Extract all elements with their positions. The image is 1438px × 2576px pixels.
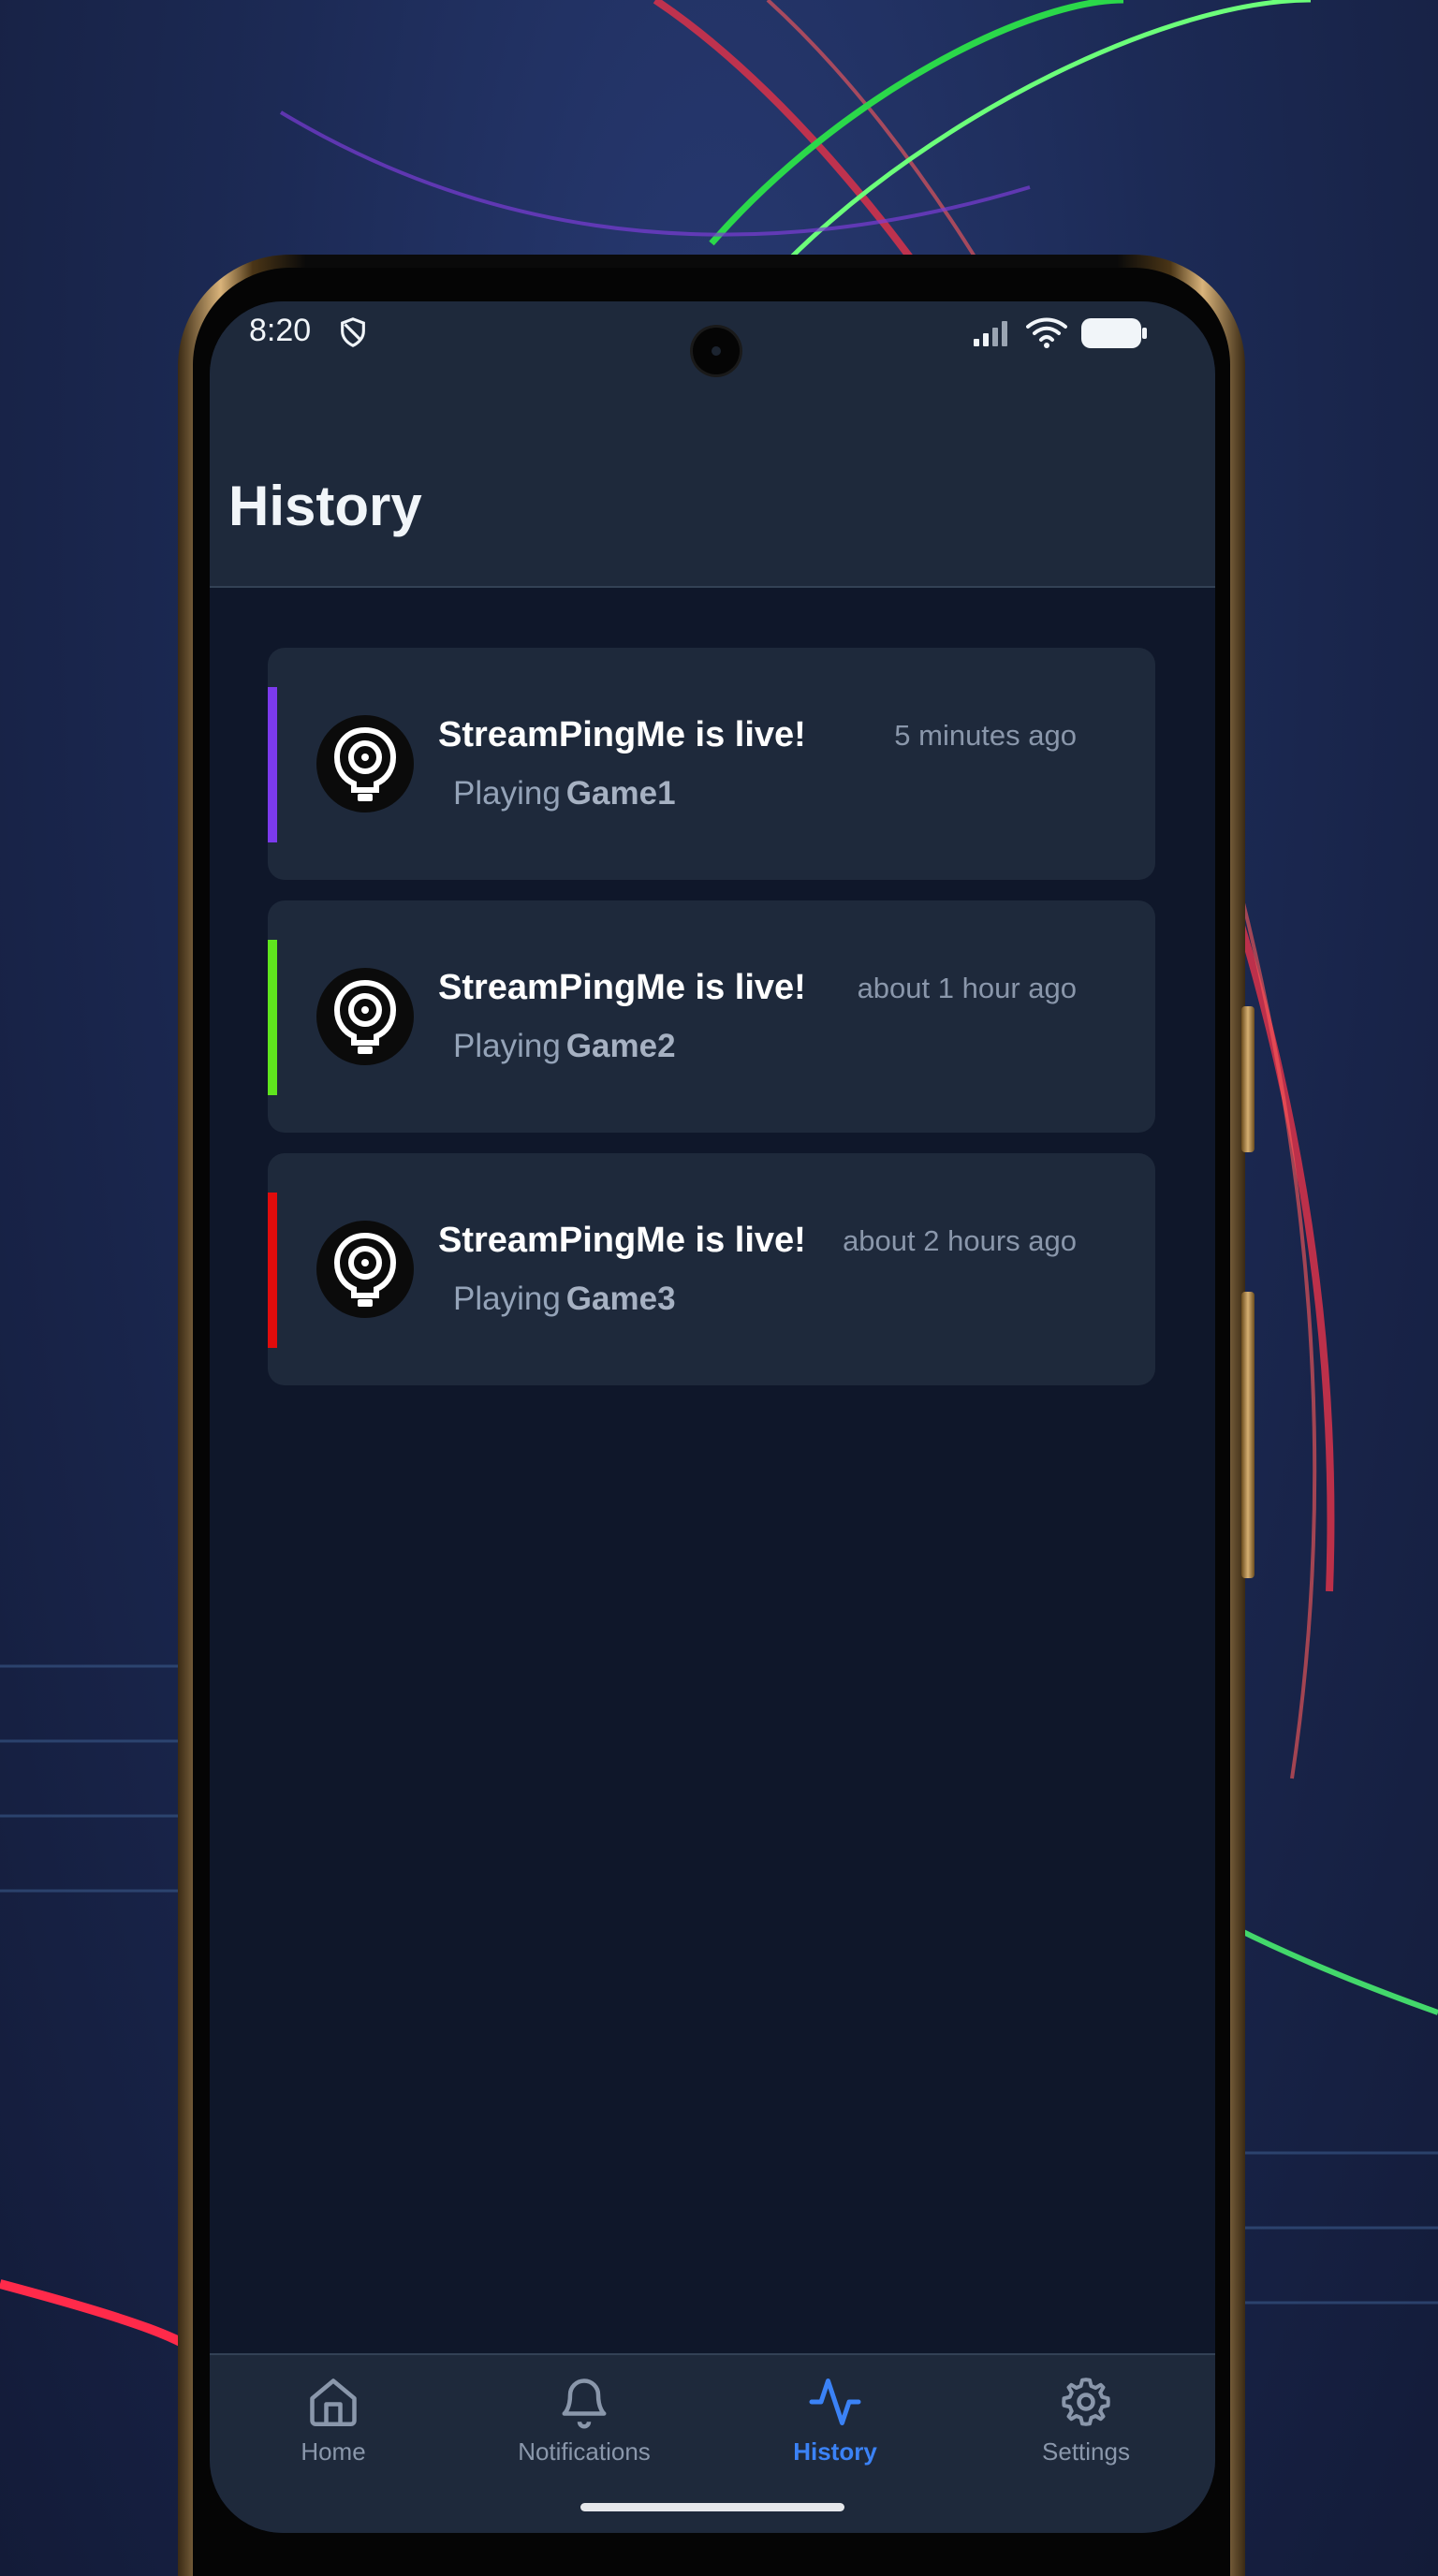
status-time: 8:20 xyxy=(249,313,312,348)
nav-home[interactable]: Home xyxy=(240,2374,427,2486)
signal-icon xyxy=(974,321,1007,346)
page-title: History xyxy=(228,475,422,537)
status-bar: 8:20 xyxy=(210,301,1215,414)
nav-label: Home xyxy=(301,2437,366,2466)
stream-avatar xyxy=(316,1221,414,1318)
card-title: StreamPingMe is live! xyxy=(438,1221,806,1260)
home-icon xyxy=(310,2378,357,2426)
battery-icon xyxy=(1081,318,1147,348)
shield-icon xyxy=(341,317,365,347)
game-name: Game2 xyxy=(565,1028,676,1064)
power-button xyxy=(1241,1292,1255,1578)
card-timestamp: about 1 hour ago xyxy=(857,972,1077,1004)
card-accent-bar xyxy=(268,687,277,842)
webcam-icon xyxy=(333,979,397,1054)
card-subtitle: Playing Game2 xyxy=(453,1028,676,1065)
nav-settings[interactable]: Settings xyxy=(992,2374,1180,2486)
card-title: StreamPingMe is live! xyxy=(438,968,806,1007)
nav-label: History xyxy=(793,2437,877,2466)
nav-notifications[interactable]: Notifications xyxy=(491,2374,678,2486)
nav-label: Settings xyxy=(1042,2437,1130,2466)
nav-history[interactable]: History xyxy=(741,2374,929,2486)
card-subtitle: Playing Game1 xyxy=(453,775,676,812)
playing-label: Playing xyxy=(453,1281,561,1317)
card-subtitle: Playing Game3 xyxy=(453,1281,676,1318)
stream-avatar xyxy=(316,715,414,812)
history-card[interactable]: StreamPingMe is live! 5 minutes ago Play… xyxy=(268,648,1155,880)
home-indicator[interactable] xyxy=(580,2503,844,2511)
nav-label: Notifications xyxy=(518,2437,651,2466)
phone-screen: 8:20 History StreamPingMe is live! 5 min… xyxy=(210,301,1215,2533)
card-timestamp: about 2 hours ago xyxy=(843,1224,1077,1257)
card-timestamp: 5 minutes ago xyxy=(894,719,1077,752)
history-card[interactable]: StreamPingMe is live! about 2 hours ago … xyxy=(268,1153,1155,1385)
card-accent-bar xyxy=(268,940,277,1095)
history-list: StreamPingMe is live! 5 minutes ago Play… xyxy=(268,648,1155,1406)
stream-avatar xyxy=(316,968,414,1065)
game-name: Game3 xyxy=(565,1281,676,1317)
card-title: StreamPingMe is live! xyxy=(438,715,806,754)
bottom-nav: Home Notifications History Settings xyxy=(210,2353,1215,2533)
webcam-icon xyxy=(333,1232,397,1307)
history-card[interactable]: StreamPingMe is live! about 1 hour ago P… xyxy=(268,900,1155,1133)
game-name: Game1 xyxy=(565,775,676,812)
bell-icon xyxy=(562,2378,607,2429)
webcam-icon xyxy=(333,726,397,801)
volume-button xyxy=(1241,1006,1255,1152)
wifi-icon xyxy=(1026,317,1067,348)
activity-icon xyxy=(809,2378,861,2425)
app-header: History xyxy=(210,414,1215,588)
front-camera xyxy=(693,328,740,374)
card-accent-bar xyxy=(268,1193,277,1348)
gear-icon xyxy=(1062,2378,1110,2426)
playing-label: Playing xyxy=(453,1028,561,1064)
playing-label: Playing xyxy=(453,775,561,812)
status-icons xyxy=(972,315,1148,352)
